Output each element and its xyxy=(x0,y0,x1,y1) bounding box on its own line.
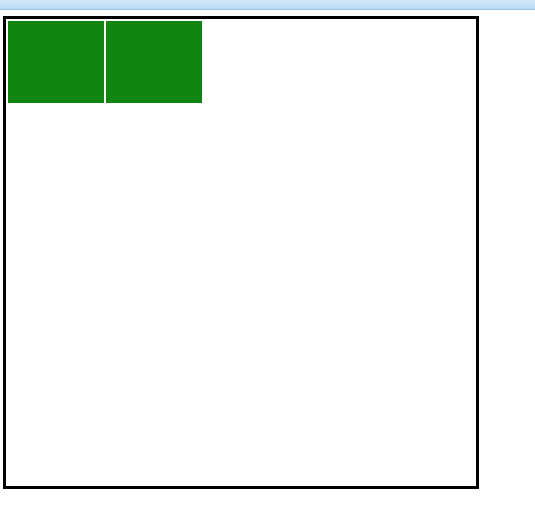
tile[interactable] xyxy=(106,21,202,103)
canvas-area[interactable] xyxy=(3,16,479,489)
tile-row xyxy=(6,19,476,103)
window-title-bar[interactable] xyxy=(0,0,535,10)
tile[interactable] xyxy=(8,21,104,103)
